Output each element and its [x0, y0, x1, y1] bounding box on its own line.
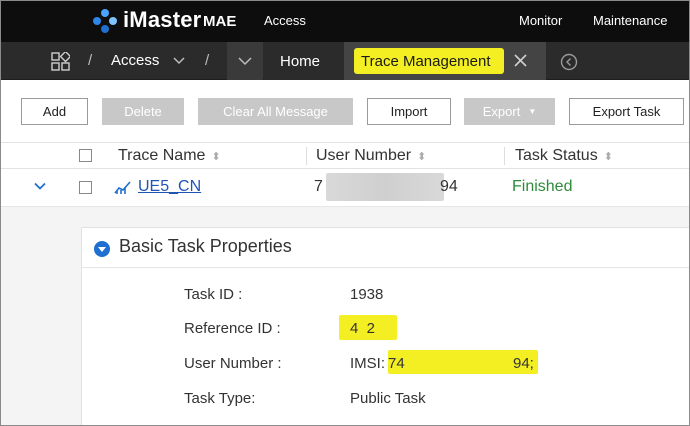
top-nav-maintenance[interactable]: Maintenance — [593, 13, 667, 28]
import-button[interactable]: Import — [367, 98, 451, 125]
tab-list-dropdown-button[interactable] — [227, 42, 263, 80]
sort-icon[interactable]: ⬍ — [211, 151, 220, 163]
column-header-trace-name[interactable]: Trace Name ⬍ — [118, 147, 221, 165]
breadcrumb-tab-bar: / Access / Home Trace Management — [0, 42, 690, 80]
clear-all-message-button[interactable]: Clear All Message — [198, 98, 353, 125]
brand-sub: MAE — [203, 13, 237, 30]
task-id-label: Task ID : — [184, 286, 243, 303]
column-header-user-number[interactable]: User Number ⬍ — [316, 147, 426, 165]
imaster-logo-icon — [93, 9, 117, 33]
chevron-down-icon[interactable] — [173, 56, 185, 66]
trace-chart-icon — [114, 181, 131, 194]
table-row[interactable]: UE5_CN 7 94 Finished — [0, 169, 690, 207]
close-icon[interactable] — [514, 54, 527, 67]
column-divider[interactable] — [306, 147, 307, 165]
user-number-end: 94 — [440, 178, 458, 195]
column-header-task-status[interactable]: Task Status ⬍ — [515, 147, 613, 165]
column-divider[interactable] — [504, 147, 505, 165]
collapse-circle-icon[interactable] — [94, 241, 110, 257]
user-number-value-start: 74 — [388, 355, 405, 372]
export-task-button[interactable]: Export Task — [569, 98, 684, 125]
caret-down-icon: ▼ — [528, 107, 537, 116]
top-bar: iMaster MAE Access Monitor Maintenance — [0, 0, 690, 42]
chevron-down-icon — [238, 57, 252, 66]
trace-name-link[interactable]: UE5_CN — [138, 178, 201, 196]
tab-trace-management-label: Trace Management — [361, 53, 491, 70]
reference-id-value: 4 2 — [350, 320, 376, 337]
user-number-value-prefix: IMSI: — [350, 355, 386, 372]
top-nav-access[interactable]: Access — [264, 13, 306, 28]
row-checkbox[interactable] — [79, 181, 92, 194]
sort-icon[interactable]: ⬍ — [417, 151, 426, 163]
column-header-label: Task Status — [515, 147, 598, 164]
tab-home-label: Home — [280, 53, 321, 70]
breadcrumb-access[interactable]: Access — [111, 52, 159, 69]
breadcrumb-separator: / — [88, 52, 93, 69]
select-all-checkbox[interactable] — [79, 149, 92, 162]
back-icon[interactable] — [560, 53, 578, 71]
task-type-value: Public Task — [350, 390, 426, 407]
tab-trace-management[interactable]: Trace Management — [344, 42, 546, 80]
brand-name: iMaster — [123, 7, 202, 32]
sort-icon[interactable]: ⬍ — [604, 151, 613, 163]
top-nav-monitor[interactable]: Monitor — [519, 13, 562, 28]
add-button[interactable]: Add — [21, 98, 88, 125]
tab-home[interactable]: Home — [264, 42, 344, 80]
column-header-label: User Number — [316, 147, 412, 164]
table-header: Trace Name ⬍ User Number ⬍ Task Status ⬍ — [0, 142, 690, 169]
column-header-label: Trace Name — [118, 147, 206, 164]
task-id-value: 1938 — [350, 286, 384, 303]
user-number-value-end: 94; — [513, 355, 534, 372]
task-status-value: Finished — [512, 178, 573, 195]
task-type-label: Task Type: — [184, 390, 256, 407]
breadcrumb-separator: / — [205, 52, 210, 69]
user-number-label: User Number : — [184, 355, 282, 372]
reference-id-label: Reference ID : — [184, 320, 281, 337]
export-button[interactable]: Export ▼ — [464, 98, 555, 125]
user-number-start: 7 — [314, 178, 323, 195]
export-label: Export — [482, 104, 521, 119]
redaction-blur — [326, 173, 444, 201]
panel-header[interactable]: Basic Task Properties — [82, 228, 690, 268]
delete-button[interactable]: Delete — [102, 98, 184, 125]
panel-title: Basic Task Properties — [119, 236, 292, 256]
chevron-down-icon[interactable] — [34, 182, 46, 191]
app-grid-icon[interactable] — [51, 52, 70, 71]
